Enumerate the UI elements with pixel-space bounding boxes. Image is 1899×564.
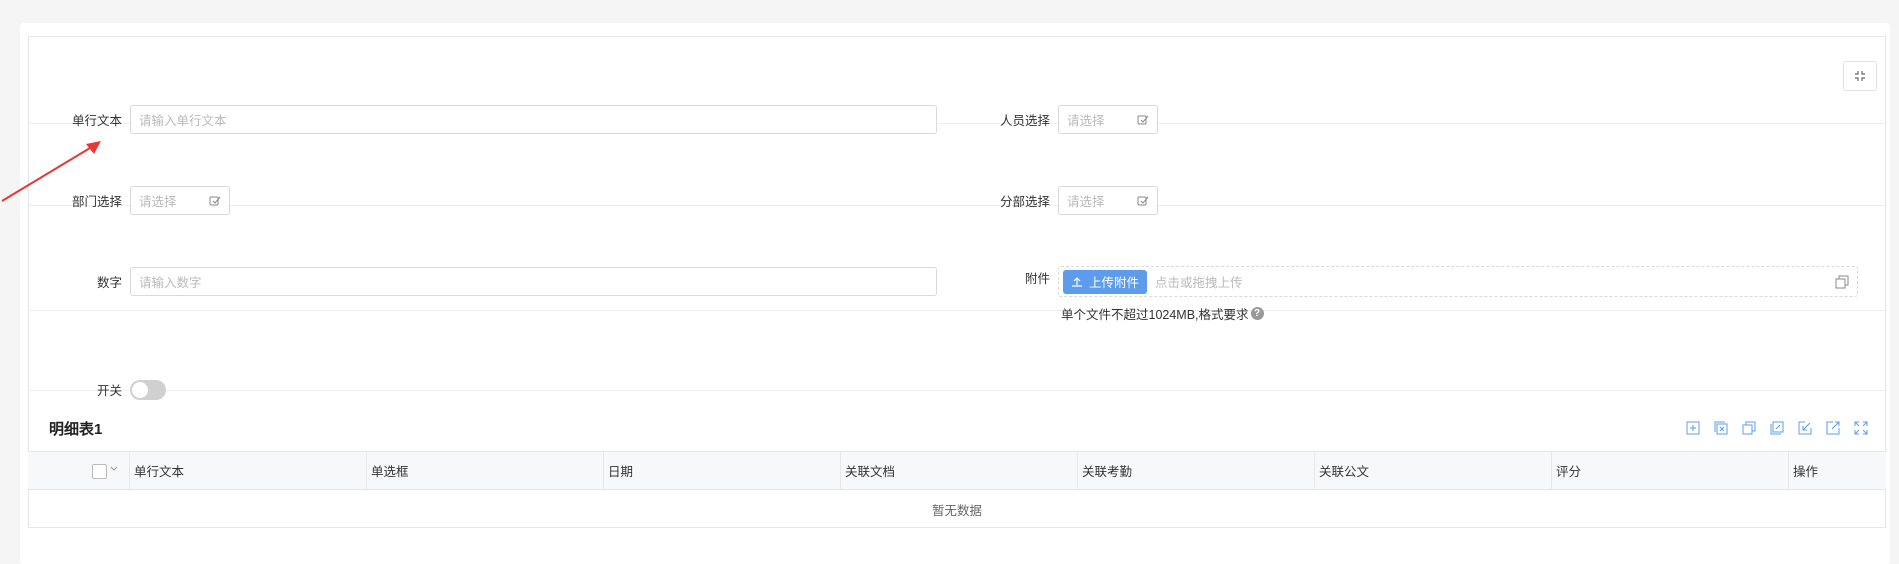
switch-label: 开关 (96, 383, 122, 398)
single-text-label: 单行文本 (71, 114, 122, 128)
subdept-select-placeholder: 请选择 (1067, 195, 1105, 209)
single-text-field: 单行文本 请输入单行文本 (30, 105, 937, 134)
subdept-select-input[interactable]: 请选择 (1058, 186, 1158, 215)
person-select-label: 人员选择 (999, 114, 1050, 128)
help-icon[interactable]: ? (1250, 307, 1264, 320)
annotation-arrow (1, 141, 101, 202)
upload-button-label: 上传附件 (1089, 276, 1140, 290)
delete-row-icon[interactable] (1713, 420, 1729, 436)
column-header: 操作 (1788, 452, 1884, 489)
upload-note-text: 单个文件不超过1024MB,格式要求 (1061, 308, 1249, 322)
select-picker-icon[interactable] (209, 195, 221, 207)
column-header[interactable]: 评分 (1551, 452, 1788, 489)
switch-field: 开关 (30, 378, 166, 400)
dept-select-placeholder: 请选择 (139, 195, 177, 209)
person-select-placeholder: 请选择 (1067, 114, 1105, 128)
subdept-select-label: 分部选择 (999, 195, 1050, 209)
chevron-down-icon[interactable] (109, 464, 119, 474)
number-field: 数字 请输入数字 (30, 267, 937, 296)
number-placeholder: 请输入数字 (139, 276, 202, 290)
column-header[interactable]: 单行文本 (129, 452, 366, 489)
export-icon[interactable] (1825, 420, 1841, 436)
number-input[interactable]: 请输入数字 (130, 267, 937, 296)
upload-button[interactable]: 上传附件 (1063, 269, 1148, 294)
single-text-placeholder: 请输入单行文本 (139, 114, 227, 128)
detail-table-header: 单行文本 单选框 日期 关联文档 关联考勤 关联公文 评分 操作 (28, 451, 1886, 490)
import-icon[interactable] (1797, 420, 1813, 436)
select-all-checkbox[interactable] (92, 464, 107, 479)
add-row-icon[interactable] (1685, 420, 1701, 436)
detail-table-title: 明细表1 (49, 421, 103, 438)
single-text-input[interactable]: 请输入单行文本 (130, 105, 937, 134)
form-row-2 (29, 123, 1885, 206)
edit-icon[interactable] (1769, 420, 1785, 436)
form-row-4 (29, 310, 1885, 391)
number-label: 数字 (96, 276, 122, 290)
person-select-input[interactable]: 请选择 (1058, 105, 1158, 134)
person-select-field: 人员选择 请选择 (958, 105, 1158, 134)
attachment-field: 附件 (958, 268, 1058, 287)
switch-toggle[interactable] (130, 380, 166, 400)
upload-icon (1072, 276, 1082, 287)
select-picker-icon[interactable] (1137, 195, 1149, 207)
subdept-select-field: 分部选择 请选择 (958, 186, 1158, 215)
upload-note: 单个文件不超过1024MB,格式要求 ? (1061, 304, 1264, 323)
column-header[interactable]: 日期 (603, 452, 840, 489)
column-header[interactable]: 关联考勤 (1077, 452, 1314, 489)
copy-icon[interactable] (1835, 275, 1849, 289)
attachment-label: 附件 (1024, 272, 1050, 286)
attachment-dropzone[interactable]: 上传附件 点击或拖拽上传 (1058, 266, 1858, 297)
select-picker-icon[interactable] (1137, 114, 1149, 126)
expand-icon[interactable] (1853, 420, 1869, 436)
empty-state: 暂无数据 (931, 503, 982, 518)
column-header[interactable]: 单选框 (366, 452, 603, 489)
detail-toolbar (1685, 420, 1869, 436)
column-header[interactable]: 关联文档 (840, 452, 1077, 489)
upload-hint: 点击或拖拽上传 (1155, 276, 1243, 290)
column-header[interactable]: 关联公文 (1314, 452, 1551, 489)
copy-row-icon[interactable] (1741, 420, 1757, 436)
dept-select-input[interactable]: 请选择 (130, 186, 230, 215)
